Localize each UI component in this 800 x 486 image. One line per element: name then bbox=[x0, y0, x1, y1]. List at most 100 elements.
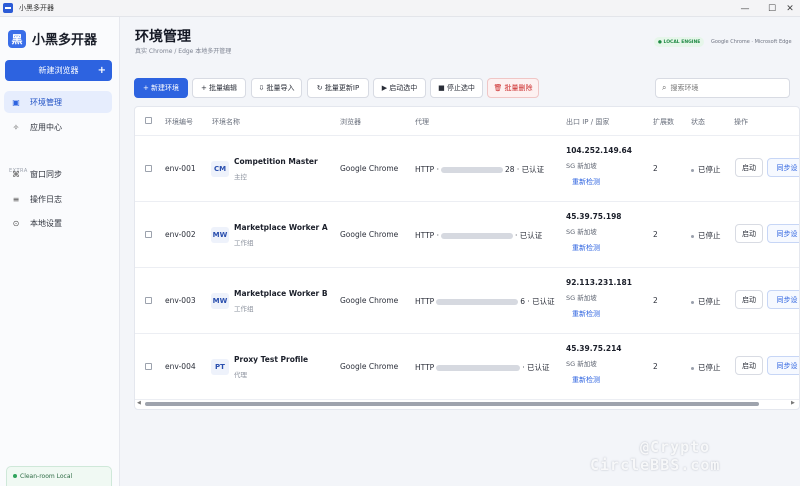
proxy-prefix: HTTP bbox=[415, 297, 435, 306]
browser-name: Google Chrome bbox=[340, 164, 399, 173]
recheck-link[interactable]: 重新检测 bbox=[572, 243, 600, 253]
proxy-suffix: · 已认证 bbox=[514, 231, 543, 240]
proxy-info: HTTP · 28 · 已认证 bbox=[415, 164, 544, 175]
table-row: env-001 CM Competition Master 主控 Google … bbox=[135, 136, 799, 202]
start-button[interactable]: 启动 bbox=[735, 158, 763, 177]
extension-count: 2 bbox=[653, 164, 658, 173]
column-header: 状态 bbox=[691, 118, 705, 126]
search-input[interactable] bbox=[670, 84, 781, 92]
app-icon: ✧ bbox=[12, 122, 20, 132]
sidebar-item-logs[interactable]: ≡ 操作日志 bbox=[4, 188, 112, 210]
sidebar-item-window-sync[interactable]: ⌘ 窗口同步 bbox=[4, 163, 112, 185]
new-browser-label: 新建浏览器 bbox=[38, 66, 79, 75]
brand-logo-icon: 黑 bbox=[8, 29, 26, 48]
title-bar: 小黑多开器 — ☐ ✕ bbox=[0, 0, 800, 17]
new-browser-button[interactable]: 新建浏览器 + bbox=[5, 60, 112, 81]
recheck-link[interactable]: 重新检测 bbox=[572, 309, 600, 319]
start-button[interactable]: 启动 bbox=[735, 224, 763, 243]
sidebar-item-label: 环境管理 bbox=[30, 97, 62, 107]
sync-settings-button[interactable]: 同步设 bbox=[767, 158, 799, 177]
close-icon[interactable]: ✕ bbox=[776, 0, 800, 17]
scroll-right-icon[interactable]: ▶ bbox=[791, 400, 795, 406]
env-name: Marketplace Worker A bbox=[234, 223, 328, 232]
horizontal-scrollbar[interactable]: ◀ ▶ bbox=[135, 399, 799, 409]
column-header: 浏览器 bbox=[340, 118, 361, 126]
sidebar-item-label: 应用中心 bbox=[30, 122, 62, 132]
new-environment-button[interactable]: + 新建环境 bbox=[134, 78, 188, 98]
redacted-proxy bbox=[440, 233, 513, 239]
env-name: Proxy Test Profile bbox=[234, 355, 309, 364]
app-logo-icon bbox=[3, 3, 13, 13]
sync-settings-button[interactable]: 同步设 bbox=[767, 224, 799, 243]
env-avatar: MW bbox=[211, 293, 229, 309]
local-engine-badge: ● LOCAL ENGINE bbox=[654, 37, 705, 47]
page-subtitle: 真实 Chrome / Edge 本地多开管理 bbox=[135, 48, 232, 55]
env-group: 工作组 bbox=[234, 239, 254, 247]
row-checkbox[interactable] bbox=[145, 363, 152, 370]
page-title: 环境管理 bbox=[135, 29, 191, 45]
status-badge: 已停止 bbox=[691, 164, 721, 175]
select-all-checkbox[interactable] bbox=[145, 117, 152, 124]
scrollbar-thumb[interactable] bbox=[145, 402, 759, 406]
sidebar: 黑 小黑多开器 新建浏览器 + ▣ 环境管理 ✧ 应用中心 EXTRA ⌘ 窗口… bbox=[0, 17, 120, 486]
column-header: 代理 bbox=[415, 118, 429, 126]
start-button[interactable]: 启动 bbox=[735, 356, 763, 375]
env-name: Marketplace Worker B bbox=[234, 289, 328, 298]
batch-update-ip-button[interactable]: ↻ 批量更新IP bbox=[307, 78, 369, 98]
env-group: 主控 bbox=[234, 173, 247, 181]
redacted-proxy bbox=[440, 167, 503, 173]
batch-import-button[interactable]: ⇩ 批量导入 bbox=[251, 78, 302, 98]
settings-icon: ⊙ bbox=[12, 218, 20, 228]
start-button[interactable]: 启动 bbox=[735, 290, 763, 309]
engine-status-card: Clean-room Local bbox=[6, 466, 112, 486]
browser-name: Google Chrome bbox=[340, 362, 399, 371]
env-id: env-001 bbox=[165, 164, 196, 173]
batch-edit-button[interactable]: + 批量编辑 bbox=[192, 78, 246, 98]
watermark-line2: CircleBBS.com bbox=[590, 456, 721, 474]
proxy-prefix: HTTP · bbox=[415, 231, 439, 240]
engine-browsers-text: Google Chrome · Microsoft Edge bbox=[711, 39, 792, 45]
env-id: env-003 bbox=[165, 296, 196, 305]
row-checkbox[interactable] bbox=[145, 297, 152, 304]
env-id: env-002 bbox=[165, 230, 196, 239]
window-title: 小黑多开器 bbox=[19, 4, 54, 12]
sidebar-item-app-center[interactable]: ✧ 应用中心 bbox=[4, 116, 112, 138]
exit-ip: 45.39.75.214 bbox=[566, 344, 622, 353]
search-box[interactable]: ⌕ bbox=[655, 78, 790, 98]
recheck-link[interactable]: 重新检测 bbox=[572, 375, 600, 385]
sync-settings-button[interactable]: 同步设 bbox=[767, 356, 799, 375]
status-text: 已停止 bbox=[698, 297, 721, 306]
column-header: 扩展数 bbox=[653, 118, 674, 126]
status-text: 已停止 bbox=[698, 363, 721, 372]
minimize-icon[interactable]: — bbox=[731, 0, 759, 17]
search-icon: ⌕ bbox=[662, 83, 667, 92]
batch-delete-button[interactable]: 🗑 批量删除 bbox=[487, 78, 539, 98]
ip-location: SG 新加坡 bbox=[566, 294, 597, 302]
sidebar-item-label: 操作日志 bbox=[30, 194, 62, 204]
environment-table: 环境编号 环境名称 浏览器 代理 出口 IP / 国家 扩展数 状态 操作 en… bbox=[134, 106, 800, 410]
sidebar-item-label: 本地设置 bbox=[30, 218, 62, 228]
extension-count: 2 bbox=[653, 296, 658, 305]
status-text: 已停止 bbox=[698, 231, 721, 240]
row-checkbox[interactable] bbox=[145, 165, 152, 172]
start-selected-button[interactable]: ▶ 启动选中 bbox=[373, 78, 426, 98]
env-group: 代理 bbox=[234, 371, 247, 379]
stop-selected-button[interactable]: ■ 停止选中 bbox=[430, 78, 483, 98]
recheck-link[interactable]: 重新检测 bbox=[572, 177, 600, 187]
proxy-info: HTTP 6 · 已认证 bbox=[415, 296, 555, 307]
sync-settings-button[interactable]: 同步设 bbox=[767, 290, 799, 309]
proxy-suffix: 28 · 已认证 bbox=[504, 165, 545, 174]
watermark-line1: @Crypto bbox=[640, 438, 711, 456]
ip-location: SG 新加坡 bbox=[566, 360, 597, 368]
env-avatar: PT bbox=[211, 359, 229, 375]
browser-name: Google Chrome bbox=[340, 296, 399, 305]
sidebar-item-environments[interactable]: ▣ 环境管理 bbox=[4, 91, 112, 113]
proxy-prefix: HTTP bbox=[415, 363, 435, 372]
redacted-proxy bbox=[436, 365, 521, 371]
scroll-left-icon[interactable]: ◀ bbox=[137, 400, 141, 406]
exit-ip: 104.252.149.64 bbox=[566, 146, 632, 155]
row-checkbox[interactable] bbox=[145, 231, 152, 238]
sidebar-item-settings[interactable]: ⊙ 本地设置 bbox=[4, 212, 112, 234]
proxy-info: HTTP · · 已认证 bbox=[415, 230, 542, 241]
status-dot-icon bbox=[691, 300, 694, 304]
